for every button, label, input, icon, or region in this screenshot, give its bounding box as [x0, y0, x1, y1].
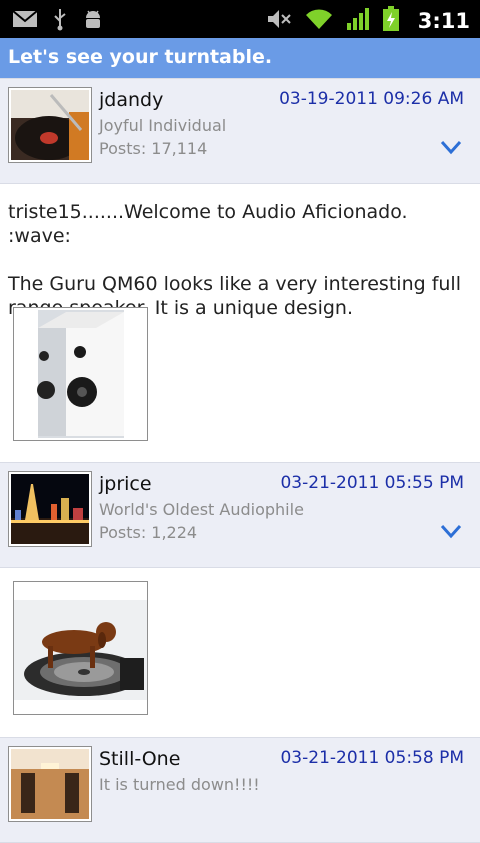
attachment-thumbnail-speaker[interactable] [13, 307, 148, 441]
post-count: Posts: 1,224 [99, 523, 198, 542]
thread-title: Let's see your turntable. [8, 46, 273, 68]
user-title: It is turned down!!!! [99, 775, 260, 794]
thread-title-bar: Let's see your turntable. [0, 38, 480, 78]
username[interactable]: Still-One [99, 748, 180, 770]
post-body: triste15.......Welcome to Audio Aficiona… [8, 200, 472, 320]
user-title: Joyful Individual [99, 116, 227, 135]
mute-icon [266, 7, 292, 35]
post-count: Posts: 17,114 [99, 139, 208, 158]
attachment-thumbnail-dog-turntable[interactable] [13, 581, 148, 715]
post-date: 03-19-2011 09:26 AM [279, 89, 464, 109]
android-debug-icon [82, 8, 104, 34]
wifi-icon [304, 7, 334, 35]
user-title: World's Oldest Audiophile [99, 500, 304, 519]
post-header[interactable]: jprice World's Oldest Audiophile Posts: … [0, 462, 480, 568]
chevron-down-icon[interactable] [440, 139, 462, 159]
post-date: 03-21-2011 05:58 PM [280, 748, 464, 768]
usb-icon [52, 7, 68, 35]
username[interactable]: jdandy [99, 89, 163, 111]
avatar[interactable] [8, 471, 92, 547]
chevron-down-icon[interactable] [440, 523, 462, 543]
post-date: 03-21-2011 05:55 PM [280, 473, 464, 493]
username[interactable]: jprice [99, 473, 152, 495]
signal-icon [346, 7, 370, 35]
clock-time: 3:11 [417, 9, 470, 33]
post-header[interactable]: jdandy Joyful Individual Posts: 17,114 0… [0, 78, 480, 184]
post-header[interactable]: Still-One It is turned down!!!! 03-21-20… [0, 737, 480, 843]
avatar[interactable] [8, 87, 92, 163]
avatar-room-image [11, 749, 89, 819]
avatar-turntable-image [11, 90, 89, 160]
status-bar: 3:11 [0, 0, 480, 38]
avatar-city-night-image [11, 474, 89, 544]
gmail-icon [12, 9, 38, 33]
avatar[interactable] [8, 746, 92, 822]
post-line-blank [8, 248, 472, 272]
post-line: triste15.......Welcome to Audio Aficiona… [8, 201, 408, 247]
battery-charging-icon [382, 6, 400, 36]
